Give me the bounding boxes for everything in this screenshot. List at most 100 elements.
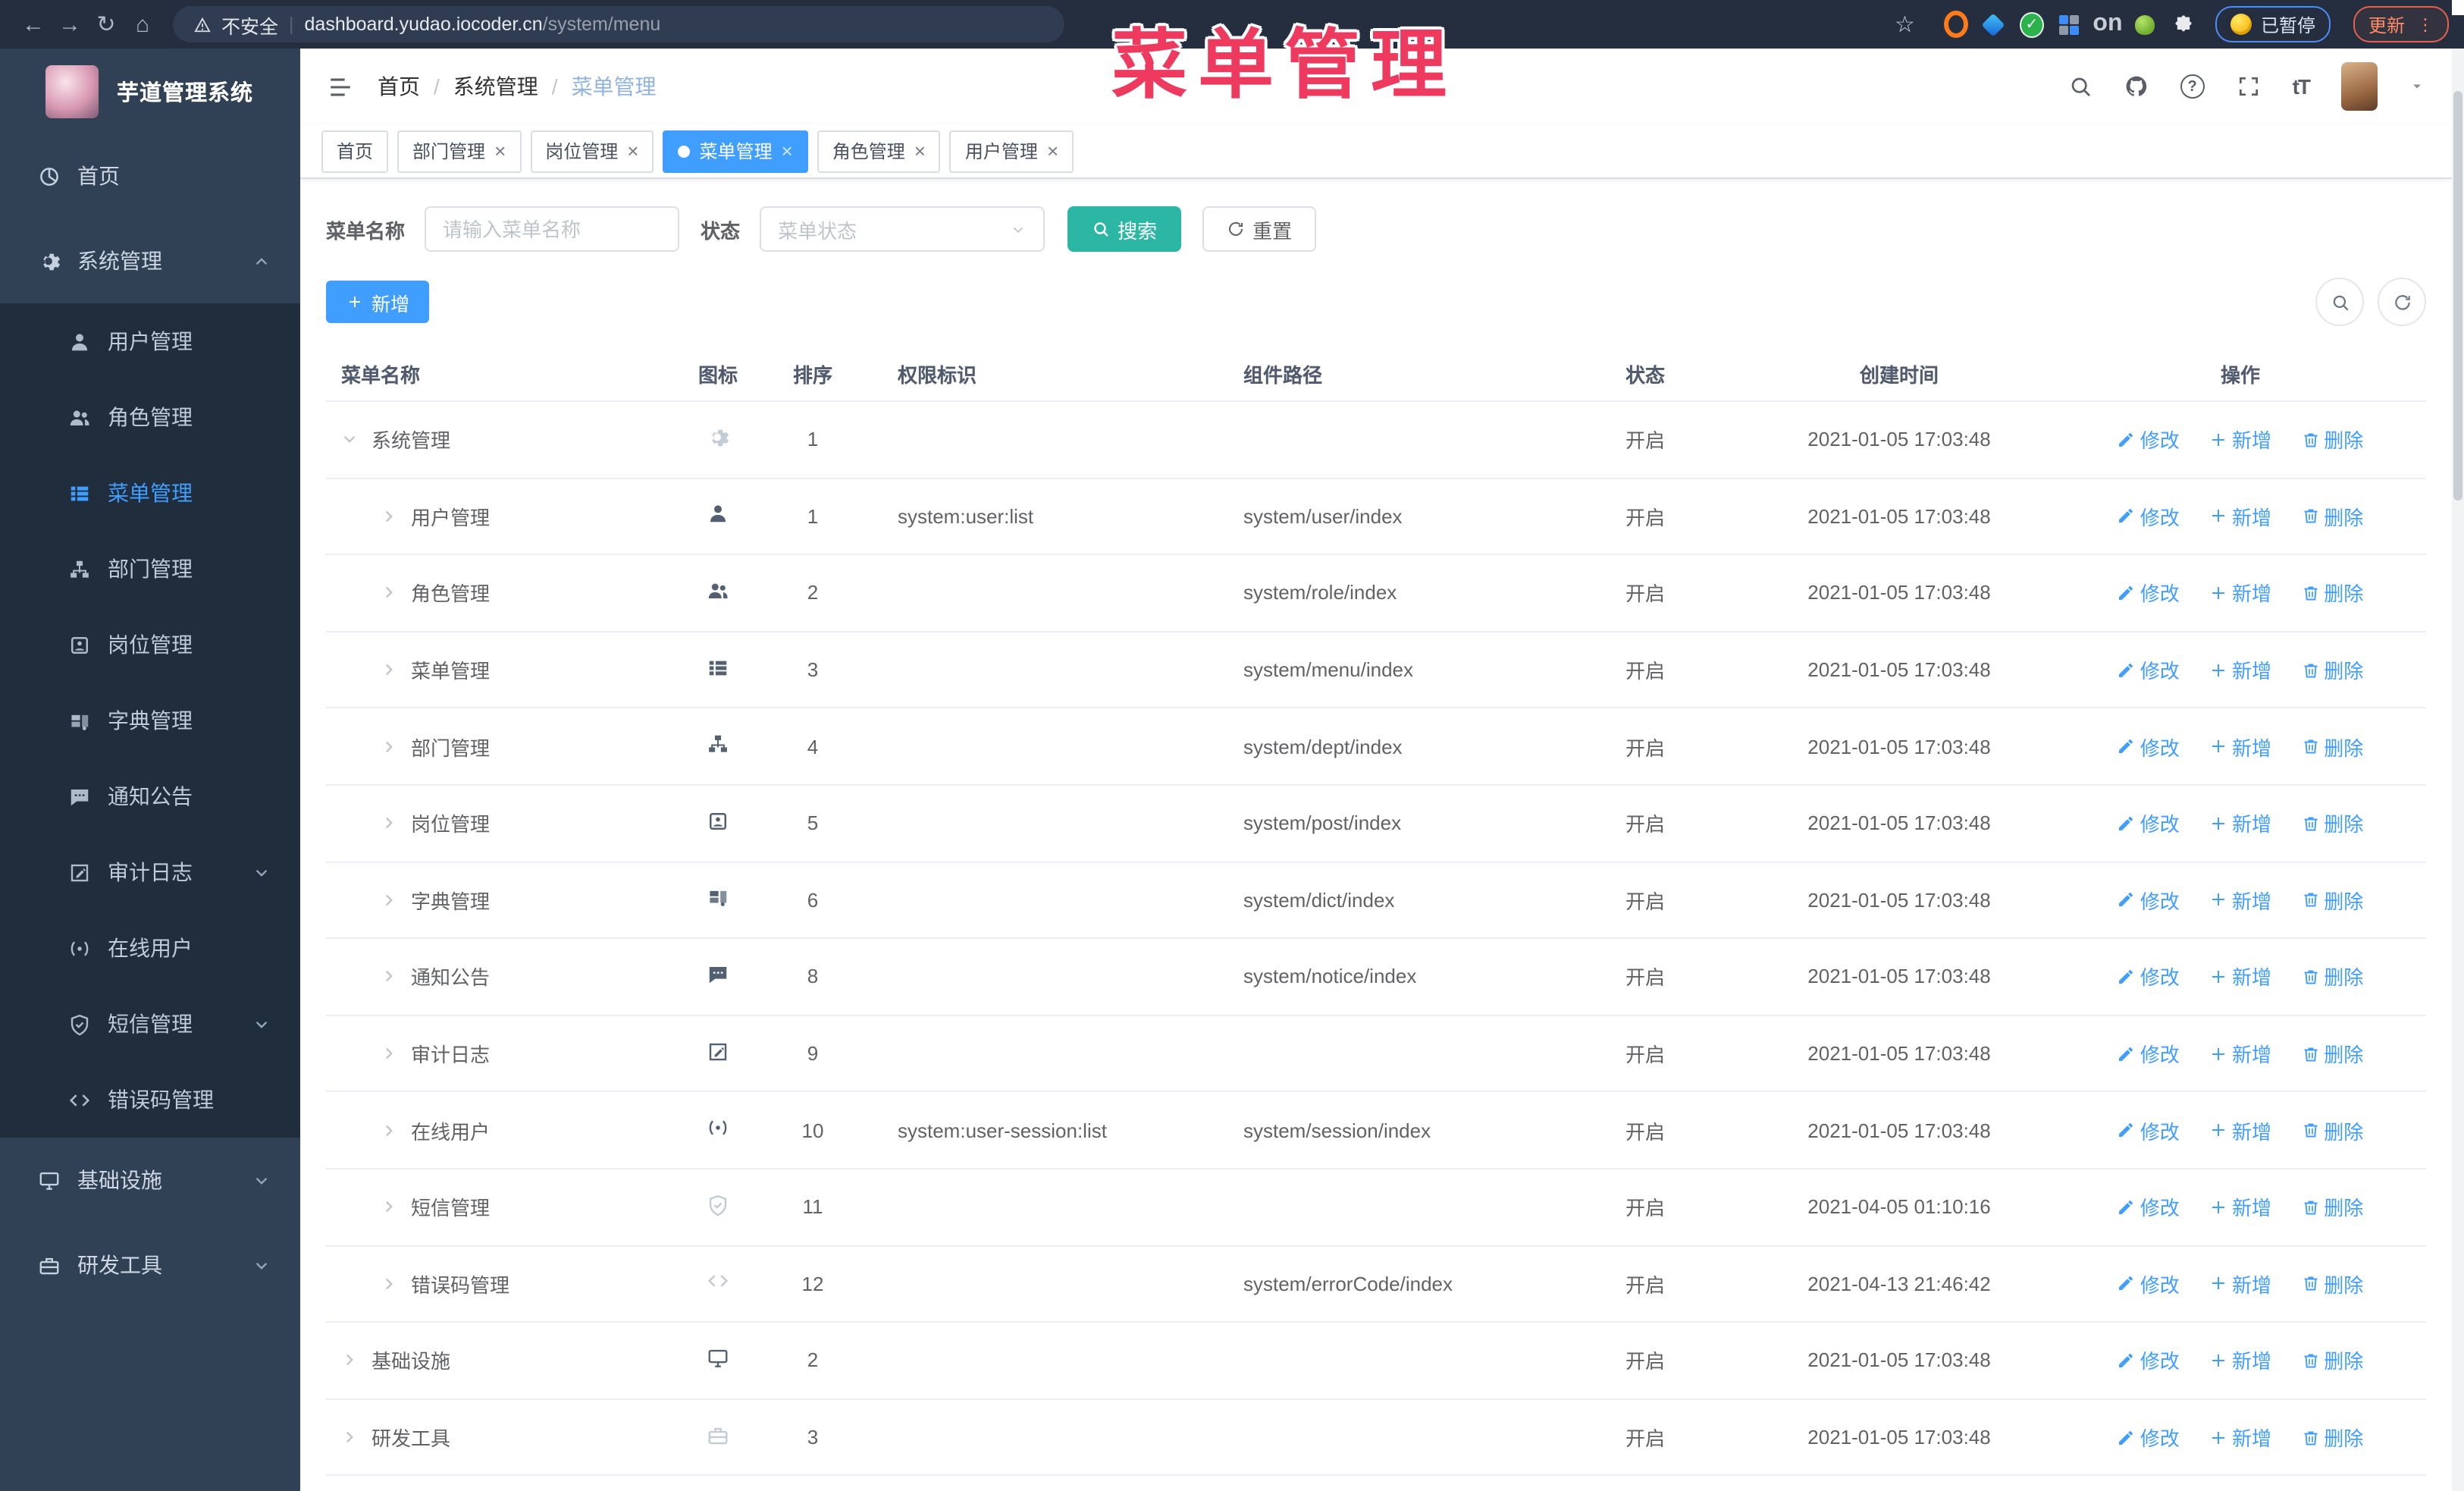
refresh-table-button[interactable] [2378, 278, 2426, 326]
add-link[interactable]: 新增 [2209, 962, 2271, 991]
delete-link[interactable]: 删除 [2301, 732, 2363, 761]
expand-icon[interactable] [341, 1352, 364, 1369]
delete-link[interactable]: 删除 [2301, 1423, 2363, 1452]
view-tab[interactable]: 部门管理 × [397, 130, 522, 172]
add-link[interactable]: 新增 [2209, 1346, 2271, 1375]
edit-link[interactable]: 修改 [2118, 425, 2180, 454]
add-link[interactable]: 新增 [2209, 1039, 2271, 1068]
sidebar-item-dict[interactable]: 字典管理 [0, 683, 300, 758]
add-link[interactable]: 新增 [2209, 732, 2271, 761]
delete-link[interactable]: 删除 [2301, 809, 2363, 838]
delete-link[interactable]: 删除 [2301, 1192, 2363, 1221]
add-link[interactable]: 新增 [2209, 809, 2271, 838]
github-icon[interactable] [2124, 74, 2149, 99]
extension-icon[interactable]: on [2093, 11, 2122, 36]
search-button[interactable]: 搜索 [1067, 206, 1182, 252]
sidebar-item-message[interactable]: 通知公告 [0, 758, 300, 834]
delete-link[interactable]: 删除 [2301, 1270, 2363, 1298]
sidebar-item-online[interactable]: 在线用户 [0, 910, 300, 986]
delete-link[interactable]: 删除 [2301, 886, 2363, 915]
view-tab[interactable]: 菜单管理 × [663, 130, 808, 172]
sidebar-item-dashboard[interactable]: 首页 [0, 133, 300, 218]
expand-icon[interactable] [341, 1429, 364, 1445]
expand-icon[interactable] [381, 1198, 403, 1215]
browser-reload-icon[interactable]: ↻ [88, 6, 124, 42]
add-link[interactable]: 新增 [2209, 425, 2271, 454]
fullscreen-icon[interactable] [2237, 74, 2261, 99]
expand-icon[interactable] [381, 585, 403, 601]
bookmark-star-icon[interactable]: ☆ [1895, 11, 1915, 38]
close-icon[interactable]: × [782, 141, 793, 161]
sidebar-item-log[interactable]: 审计日志 [0, 834, 300, 910]
edit-link[interactable]: 修改 [2118, 1039, 2180, 1068]
sidebar-item-post[interactable]: 岗位管理 [0, 607, 300, 683]
expand-icon[interactable] [381, 508, 403, 525]
expand-icon[interactable] [381, 1122, 403, 1138]
toggle-search-button[interactable] [2315, 278, 2364, 326]
reset-button[interactable]: 重置 [1202, 206, 1317, 252]
extension-icon[interactable] [2133, 12, 2158, 36]
browser-back-icon[interactable]: ← [15, 6, 52, 42]
hamburger-icon[interactable] [328, 74, 353, 99]
add-link[interactable]: 新增 [2209, 502, 2271, 531]
expand-icon[interactable] [381, 815, 403, 832]
edit-link[interactable]: 修改 [2118, 502, 2180, 531]
page-scrollbar[interactable] [2452, 49, 2464, 1491]
extension-icon[interactable] [2058, 12, 2082, 36]
delete-link[interactable]: 删除 [2301, 1346, 2363, 1375]
browser-forward-icon[interactable]: → [52, 6, 88, 42]
kebab-menu-icon[interactable]: ⋮ [2417, 14, 2434, 34]
edit-link[interactable]: 修改 [2118, 579, 2180, 607]
view-tab[interactable]: 岗位管理 × [530, 130, 654, 172]
expand-icon[interactable] [381, 968, 403, 985]
edit-link[interactable]: 修改 [2118, 732, 2180, 761]
edit-link[interactable]: 修改 [2118, 809, 2180, 838]
scrollbar-thumb[interactable] [2453, 91, 2462, 501]
delete-link[interactable]: 删除 [2301, 1039, 2363, 1068]
edit-link[interactable]: 修改 [2118, 1192, 2180, 1221]
add-button[interactable]: 新增 [326, 281, 430, 323]
help-icon[interactable]: ? [2180, 74, 2205, 99]
edit-link[interactable]: 修改 [2118, 1116, 2180, 1144]
close-icon[interactable]: × [494, 141, 506, 161]
extension-icon[interactable] [1943, 11, 1968, 38]
expand-icon[interactable] [381, 738, 403, 755]
edit-link[interactable]: 修改 [2118, 1423, 2180, 1452]
sidebar-item-shield[interactable]: 短信管理 [0, 986, 300, 1062]
edit-link[interactable]: 修改 [2118, 655, 2180, 684]
close-icon[interactable]: × [1047, 141, 1058, 161]
view-tab[interactable]: 首页 [321, 130, 389, 172]
add-link[interactable]: 新增 [2209, 1423, 2271, 1452]
add-link[interactable]: 新增 [2209, 655, 2271, 684]
add-link[interactable]: 新增 [2209, 1116, 2271, 1144]
browser-update-button[interactable]: 更新 ⋮ [2353, 6, 2449, 42]
extensions-puzzle-icon[interactable] [2171, 12, 2196, 36]
edit-link[interactable]: 修改 [2118, 1346, 2180, 1375]
view-tab[interactable]: 用户管理 × [949, 130, 1074, 172]
expand-icon[interactable] [381, 661, 403, 678]
sidebar-item-tool[interactable]: 研发工具 [0, 1223, 300, 1307]
expand-icon[interactable] [381, 1276, 403, 1292]
address-bar[interactable]: 不安全 | dashboard.yudao.iocoder.cn/system/… [173, 6, 1064, 42]
sidebar-item-user[interactable]: 用户管理 [0, 303, 300, 379]
sidebar-item-monitor[interactable]: 基础设施 [0, 1138, 300, 1223]
font-size-icon[interactable]: tT [2293, 74, 2311, 99]
sidebar-item-gear[interactable]: 系统管理 [0, 218, 300, 303]
menu-name-input[interactable] [425, 206, 680, 252]
close-icon[interactable]: × [914, 141, 926, 161]
delete-link[interactable]: 删除 [2301, 1116, 2363, 1144]
expand-icon[interactable] [381, 892, 403, 909]
add-link[interactable]: 新增 [2209, 1192, 2271, 1221]
edit-link[interactable]: 修改 [2118, 886, 2180, 915]
user-avatar[interactable] [2341, 62, 2378, 111]
expand-icon[interactable] [381, 1045, 403, 1062]
extension-icon[interactable]: ✓ [2019, 11, 2044, 37]
breadcrumb-home[interactable]: 首页 [378, 71, 420, 102]
add-link[interactable]: 新增 [2209, 1270, 2271, 1298]
sidebar-item-menu[interactable]: 菜单管理 [0, 455, 300, 531]
delete-link[interactable]: 删除 [2301, 425, 2363, 454]
search-icon[interactable] [2068, 74, 2093, 99]
extension-icon[interactable] [1982, 12, 2006, 36]
app-logo-row[interactable]: 芋道管理系统 [0, 49, 300, 133]
breadcrumb-system[interactable]: 系统管理 [453, 71, 538, 102]
